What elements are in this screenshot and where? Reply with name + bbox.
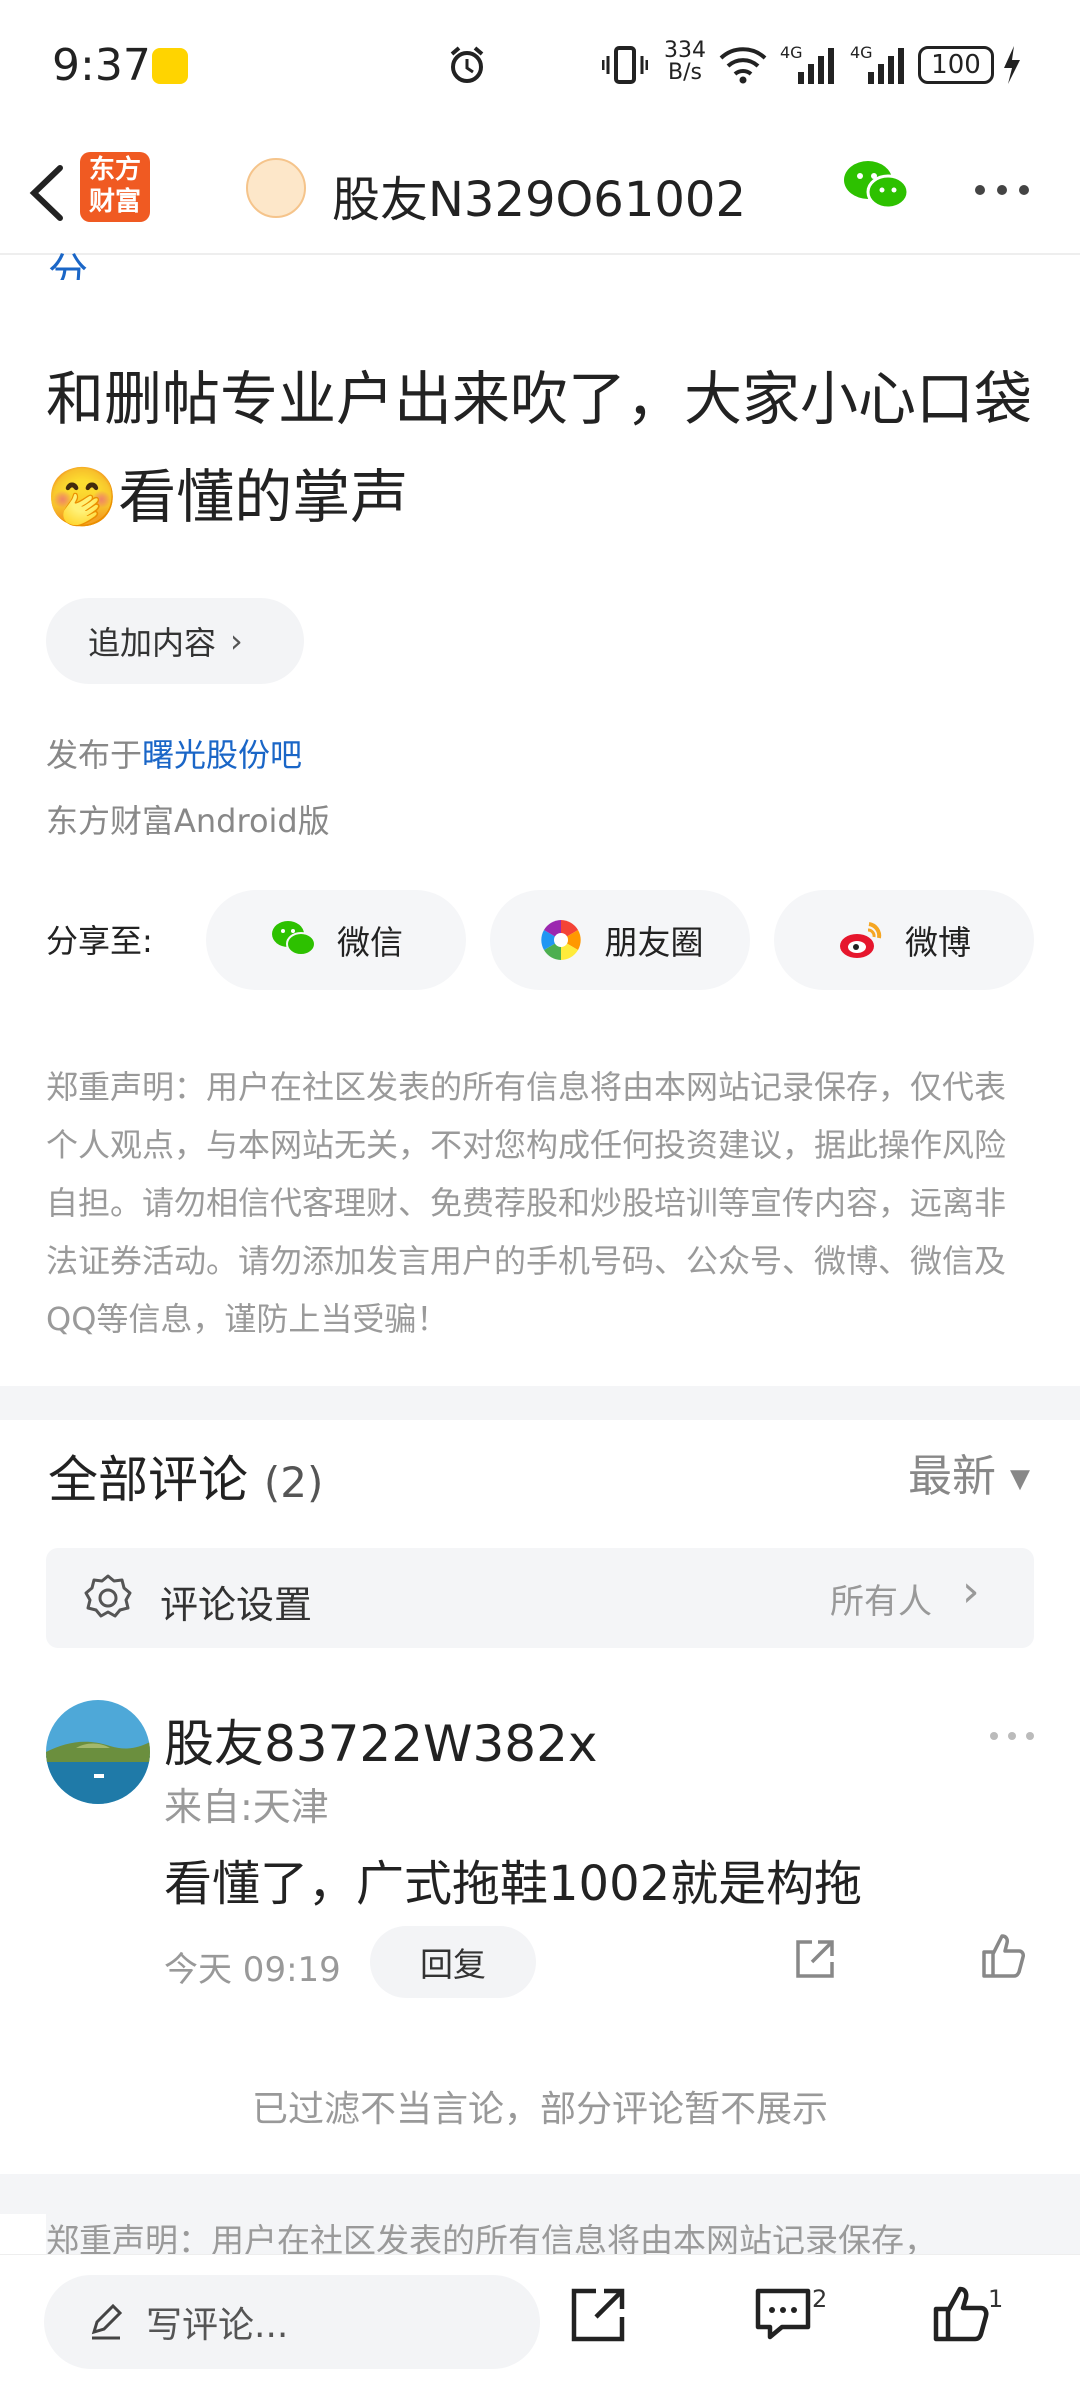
svg-text:4G: 4G [780,43,803,62]
signal-4g-icon-2: 4G [850,43,904,84]
stock-bar-link[interactable]: 曙光股份吧 [142,736,302,774]
comment-icon[interactable] [752,2283,814,2345]
battery-icon: 100 [918,46,994,84]
back-arrow-icon[interactable] [22,158,72,228]
wechat-icon[interactable] [840,156,912,216]
caret-down-icon: ▼ [1010,1464,1030,1494]
post-title: 和删帖专业户出来吹了，大家小心口袋🤭看懂的掌声 [46,365,1033,531]
eastmoney-logo[interactable]: 东方 财富 [80,152,150,222]
comments-count: (2) [263,1458,324,1507]
moments-icon [540,920,581,960]
vibrate-icon [602,46,648,84]
commenter-location: 来自:天津 [164,1785,329,1829]
commenter-name[interactable]: 股友83722W382x [164,1704,598,1776]
svg-text:4G: 4G [850,43,873,62]
thumbs-up-icon[interactable] [980,1930,1028,1980]
comments-title: 全部评论 (2) [48,1451,324,1509]
charging-icon [1004,46,1020,84]
comment-more-icon[interactable] [988,1730,1036,1742]
add-content-button[interactable]: 追加内容 › [46,598,304,684]
section-divider-2 [0,2174,1080,2214]
section-divider [0,1386,1080,1420]
reply-button[interactable]: 回复 [370,1926,536,1998]
signal-4g-icon: 4G [780,43,834,84]
disclaimer-text: 郑重声明：用户在社区发表的所有信息将由本网站记录保存，仅代表个人观点，与本网站无… [46,1068,1007,1338]
chevron-right-icon: › [230,622,243,660]
more-options-icon[interactable] [972,180,1032,200]
comment-settings-row[interactable]: 评论设置 所有人 › [46,1548,1034,1648]
disclaimer-text-2: 郑重声明：用户在社区发表的所有信息将由本网站记录保存， [46,2214,1080,2254]
pencil-icon [91,2303,123,2340]
status-time: 9:37 [52,40,151,91]
status-bar: 9:37 334 B/s 4G 4G 100 [0,0,1080,130]
author-name[interactable]: 股友N329O61002 [332,160,746,230]
share-wechat-button[interactable]: 微信 [206,890,466,990]
app-notification-icon [152,48,188,84]
share-weibo-button[interactable]: 微博 [774,890,1034,990]
client-info: 东方财富Android版 [46,802,330,840]
share-label: 分享至: [46,922,153,960]
author-avatar[interactable] [246,158,306,218]
alarm-icon [450,46,484,83]
wifi-icon [719,47,767,84]
wechat-icon [272,921,316,956]
sort-dropdown[interactable]: 最新 ▼ [908,1440,1030,1504]
comment-settings-label: 评论设置 [160,1583,313,1627]
weibo-icon [840,922,882,958]
comment-time: 今天 09:19 [164,1950,341,1990]
top-nav: 东方 财富 股友N329O61002 [0,130,1080,255]
comment-text: 看懂了，广式拖鞋1002就是构拖 [164,1856,863,1912]
bottom-bar: 写评论... 2 1 [0,2254,1080,2388]
share-icon[interactable] [568,2283,630,2345]
write-comment-input[interactable]: 写评论... [44,2275,540,2369]
gear-icon [84,1574,132,1618]
published-in: 发布于曙光股份吧 [46,736,303,774]
like-count-badge: 1 [988,2285,1004,2313]
chevron-right-icon: › [962,1566,980,1617]
commenter-avatar[interactable] [46,1700,150,1804]
cut-text: 分 [48,250,88,280]
share-moments-button[interactable]: 朋友圈 [490,890,750,990]
share-icon[interactable] [792,1936,838,1982]
comment-settings-value: 所有人 [830,1582,932,1622]
comment-count-badge: 2 [812,2285,828,2313]
filtered-notice: 已过滤不当言论，部分评论暂不展示 [251,2089,828,2130]
thumbs-up-icon[interactable] [930,2283,992,2345]
net-speed: 334 B/s [664,38,706,85]
